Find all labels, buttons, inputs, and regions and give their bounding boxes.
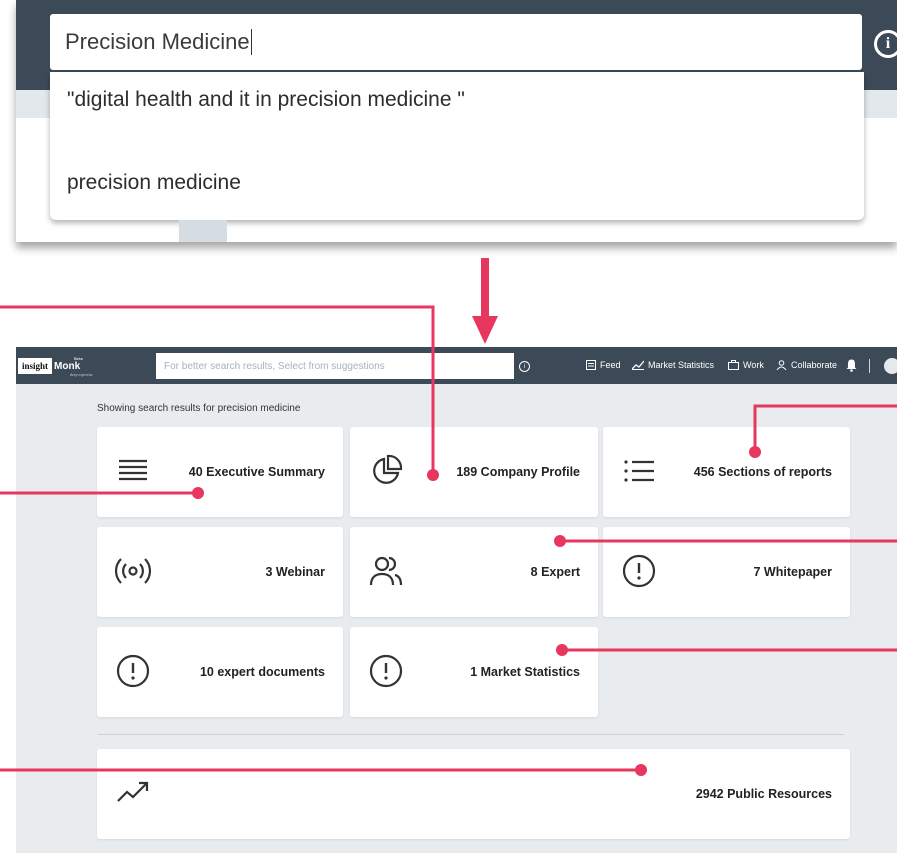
card-label: 1 Market Statistics — [470, 665, 580, 679]
users-icon — [369, 556, 403, 586]
text-caret — [250, 29, 252, 55]
nav-market-statistics-label: Market Statistics — [648, 360, 715, 370]
briefcase-icon — [728, 360, 739, 370]
info-icon[interactable]: i — [874, 30, 897, 58]
card-public-resources[interactable]: 2942 Public Resources — [97, 749, 850, 839]
suggestion-item[interactable]: precision medicine — [67, 171, 241, 195]
card-label: 10 expert documents — [199, 665, 325, 679]
logo-monk: Monk Beta — [54, 355, 83, 372]
background-strip — [179, 220, 227, 242]
search-input-zoomed[interactable]: Precision Medicine — [50, 14, 862, 70]
pie-chart-icon — [373, 454, 403, 484]
card-executive-summary[interactable]: 40 Executive Summary — [97, 427, 343, 517]
app-window: insight Monk Beta deep expertise For bett… — [16, 347, 897, 853]
collaborate-icon — [776, 360, 787, 370]
search-input[interactable]: For better search results, Select from s… — [156, 353, 514, 379]
broadcast-icon — [115, 558, 151, 584]
list-icon — [624, 460, 654, 482]
card-label: 456 Sections of reports — [693, 465, 832, 479]
nav-work-label: Work — [743, 360, 764, 370]
logo-beta: Beta — [74, 355, 83, 361]
card-market-statistics[interactable]: 1 Market Statistics — [350, 627, 598, 717]
card-label: 3 Webinar — [265, 565, 325, 579]
section-divider — [98, 734, 844, 735]
card-label: 40 Executive Summary — [188, 465, 325, 479]
suggestion-item[interactable]: "digital health and it in precision medi… — [67, 88, 465, 112]
nav-collaborate[interactable]: Collaborate — [776, 360, 837, 370]
card-sections-of-reports[interactable]: 456 Sections of reports — [603, 427, 850, 517]
suggestions-dropdown: "digital health and it in precision medi… — [50, 72, 864, 220]
nav-market-statistics[interactable]: Market Statistics — [632, 360, 714, 370]
alert-icon — [116, 654, 150, 688]
down-arrow-icon — [472, 258, 498, 344]
nav-collaborate-label: Collaborate — [791, 360, 838, 370]
avatar[interactable] — [884, 358, 897, 374]
zoomed-search-panel: Precision Medicine i "digital health and… — [16, 0, 897, 242]
market-statistics-icon — [632, 360, 644, 370]
nav-feed-label: Feed — [600, 360, 621, 370]
nav-work[interactable]: Work — [728, 360, 764, 370]
header-divider — [869, 359, 870, 373]
card-label: 2942 Public Resources — [695, 787, 832, 801]
info-icon[interactable]: i — [519, 361, 530, 372]
search-input-value: Precision Medicine — [65, 29, 250, 54]
card-company-profile[interactable]: 189 Company Profile — [350, 427, 598, 517]
nav-feed[interactable]: Feed — [586, 360, 621, 370]
card-webinar[interactable]: 3 Webinar — [97, 527, 343, 617]
card-label: 189 Company Profile — [456, 465, 580, 479]
insightmonk-logo[interactable]: insight Monk Beta deep expertise — [18, 355, 93, 377]
logo-insight: insight — [18, 358, 53, 374]
card-expert[interactable]: 8 Expert — [350, 527, 598, 617]
card-label: 7 Whitepaper — [753, 565, 833, 579]
trending-up-icon — [117, 781, 149, 802]
feed-icon — [586, 360, 596, 370]
alert-icon — [622, 554, 656, 588]
bell-icon[interactable] — [846, 359, 857, 372]
card-label: 8 Expert — [530, 565, 580, 579]
search-placeholder: For better search results, Select from s… — [164, 360, 385, 372]
alert-icon — [369, 654, 403, 688]
app-header: insight Monk Beta deep expertise For bett… — [16, 347, 897, 384]
logo-tagline: deep expertise — [70, 372, 93, 377]
card-whitepaper[interactable]: 7 Whitepaper — [603, 527, 850, 617]
lines-icon — [119, 459, 147, 481]
results-summary: Showing search results for precision med… — [97, 403, 301, 414]
card-expert-documents[interactable]: 10 expert documents — [97, 627, 343, 717]
